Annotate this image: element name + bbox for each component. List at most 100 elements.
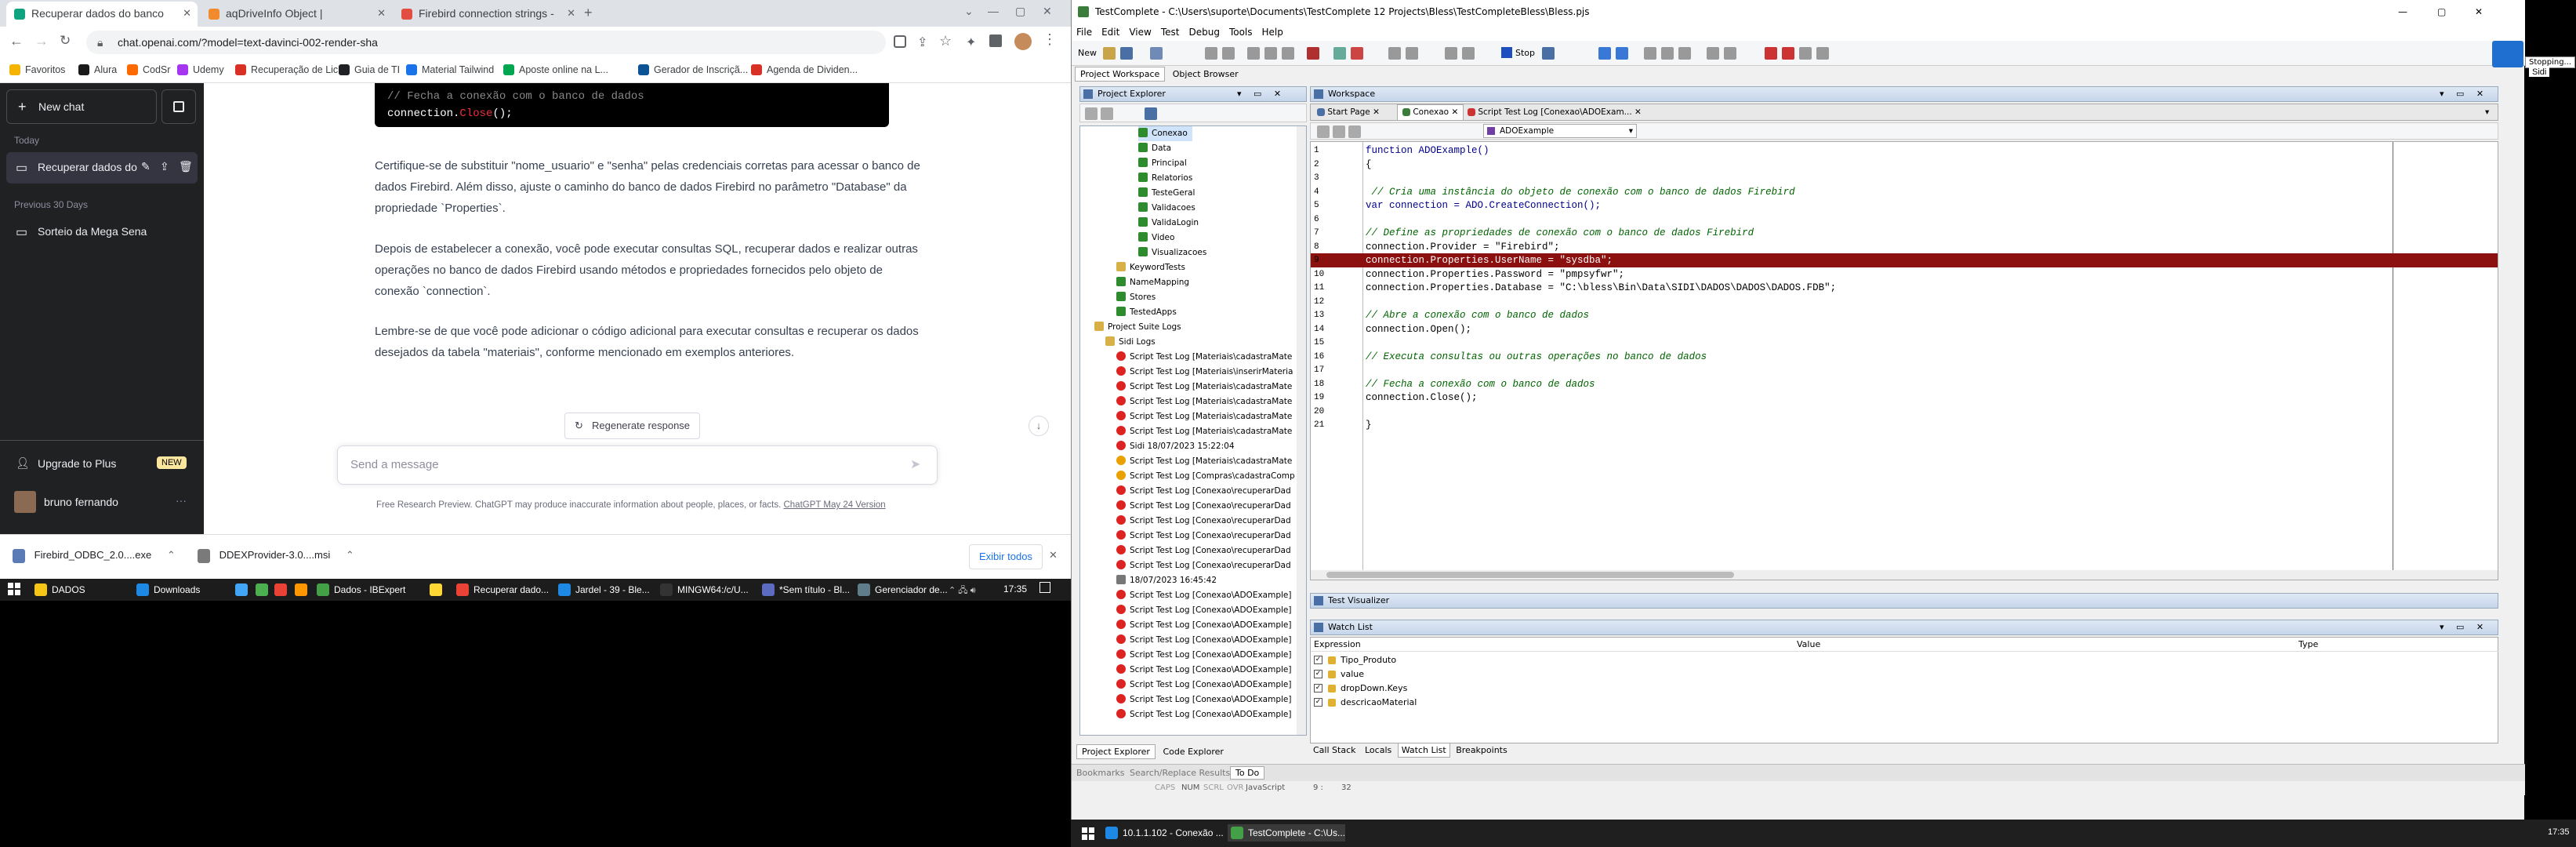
tool-icon[interactable] bbox=[1724, 47, 1736, 60]
spy-icon[interactable] bbox=[1542, 47, 1555, 60]
stop-button[interactable]: Stop bbox=[1515, 48, 1535, 58]
tree-item[interactable]: Script Test Log [Conexao\recuperarDad bbox=[1116, 543, 1291, 558]
chevron-up-icon[interactable]: ⌃ bbox=[167, 549, 176, 561]
more-icon[interactable]: ··· bbox=[176, 494, 187, 507]
tab-object-browser[interactable]: Object Browser bbox=[1168, 67, 1243, 81]
menu-item-file[interactable]: File bbox=[1072, 24, 1097, 41]
tree-item[interactable]: Script Test Log [Materiais\cadastraMate bbox=[1116, 454, 1292, 469]
taskbar-app[interactable]: Recuperar dado... bbox=[453, 581, 549, 598]
download-item[interactable]: Firebird_ODBC_2.0....exe ⌃ bbox=[13, 549, 193, 563]
tab-search-replace[interactable]: Search/Replace Results bbox=[1130, 768, 1230, 778]
close-tab-icon[interactable]: ✕ bbox=[377, 2, 386, 25]
download-item[interactable]: DDEXProvider-3.0....msi ⌃ bbox=[198, 549, 362, 563]
new-chat-button[interactable]: + New chat bbox=[6, 89, 157, 124]
close-window-icon[interactable]: ✕ bbox=[1043, 5, 1052, 18]
delete-icon[interactable] bbox=[1307, 47, 1319, 60]
tab-aqdriveinfo[interactable]: aqDriveInfo Object | TestComplete✕ bbox=[201, 2, 392, 43]
bookmark-item[interactable]: Udemy bbox=[177, 64, 224, 75]
tree-item[interactable]: Sidi Logs bbox=[1105, 335, 1156, 350]
user-menu[interactable]: bruno fernando ··· bbox=[6, 485, 198, 519]
tab-project-workspace[interactable]: Project Workspace bbox=[1075, 67, 1166, 82]
chrome-menu-icon[interactable]: ⋮ bbox=[1043, 31, 1057, 48]
reload-icon[interactable]: ↻ bbox=[60, 33, 71, 49]
taskbar-app[interactable] bbox=[232, 581, 252, 598]
checkbox[interactable]: ✓ bbox=[1314, 698, 1322, 707]
code-editor[interactable]: 1 function ADOExample() 2{3 4 // Cria uma i… bbox=[1310, 141, 2498, 580]
tray-icons[interactable]: ⌃ 🖧 🔊︎ bbox=[949, 583, 976, 598]
new-tab-icon[interactable]: + bbox=[584, 5, 593, 21]
undo-icon[interactable] bbox=[1205, 47, 1217, 60]
pane-controls-icon[interactable]: ▾ ▭ ✕ bbox=[2440, 620, 2488, 634]
tab-test-log[interactable]: Script Test Log [Conexao\ADOExam... ✕ bbox=[1468, 107, 1642, 117]
tab-bookmarks[interactable]: Bookmarks bbox=[1076, 768, 1124, 778]
taskbar-app[interactable]: 10.1.1.102 - Conexão ... bbox=[1102, 824, 1224, 842]
tree-item[interactable]: Conexao bbox=[1138, 126, 1192, 141]
tabs-dropdown-icon[interactable]: ▾ bbox=[2485, 107, 2489, 117]
tree-item[interactable]: Script Test Log [Conexao\recuperarDad bbox=[1116, 529, 1291, 543]
tree-item[interactable]: Script Test Log [Materiais\cadastraMate bbox=[1116, 424, 1292, 439]
share-chat-icon[interactable]: ⇪ bbox=[160, 160, 169, 173]
tree-item[interactable]: NameMapping bbox=[1116, 275, 1189, 290]
tree-item[interactable]: Script Test Log [Compras\cadastraComp bbox=[1116, 469, 1295, 484]
tree-item[interactable]: Project Suite Logs bbox=[1094, 320, 1181, 335]
bookmark-item[interactable]: Recuperação de Lic... bbox=[235, 64, 346, 75]
back-icon[interactable]: ← bbox=[9, 33, 24, 49]
search-icon[interactable] bbox=[1145, 107, 1157, 120]
address-bar[interactable]: 🔒︎ chat.openai.com/?model=text-davinci-0… bbox=[86, 31, 886, 54]
message-input[interactable]: Send a message ➤ bbox=[337, 445, 938, 485]
tree-item[interactable]: Stores bbox=[1116, 290, 1156, 305]
taskbar-app[interactable]: TestComplete - C:\Us... bbox=[1228, 824, 1346, 842]
notification-icon[interactable] bbox=[1039, 582, 1050, 593]
menu-item-view[interactable]: View bbox=[1124, 24, 1156, 41]
windows-start-icon[interactable] bbox=[1082, 827, 1094, 840]
pane-controls-icon[interactable]: ▾ ▭ ✕ bbox=[2440, 87, 2488, 101]
maximize-icon[interactable]: ▢ bbox=[1015, 5, 1025, 18]
step-over-icon[interactable] bbox=[1644, 47, 1656, 60]
minimize-icon[interactable]: — bbox=[988, 5, 999, 17]
tool-icon[interactable] bbox=[1462, 47, 1475, 60]
edit-icon[interactable]: ✎ bbox=[141, 160, 151, 173]
tree-scrollbar[interactable] bbox=[1297, 126, 1306, 735]
taskbar-app[interactable]: DADOS bbox=[31, 581, 85, 598]
upgrade-button[interactable]: 👤︎ Upgrade to Plus NEW bbox=[6, 449, 198, 480]
tool-icon[interactable] bbox=[1085, 107, 1098, 120]
watch-row[interactable]: ✓ value bbox=[1311, 667, 1781, 682]
tree-item[interactable]: Script Test Log [Conexao\ADOExample] bbox=[1116, 663, 1291, 678]
tree-item[interactable]: 18/07/2023 16:45:42 bbox=[1116, 573, 1217, 588]
send-icon[interactable]: ➤ bbox=[910, 456, 920, 472]
taskbar-app[interactable]: *Sem título - Bl... bbox=[759, 581, 850, 598]
tab-breakpoints[interactable]: Breakpoints bbox=[1453, 743, 1511, 757]
tree-item[interactable]: Relatorios bbox=[1138, 171, 1192, 186]
step-into-icon[interactable] bbox=[1661, 47, 1674, 60]
tab-firebird[interactable]: Firebird connection strings - Conn✕ bbox=[394, 2, 582, 43]
column-value[interactable]: Value bbox=[1797, 638, 1820, 652]
taskbar-app[interactable]: Gerenciador de... bbox=[854, 581, 948, 598]
bookmark-item[interactable]: Alura bbox=[78, 64, 117, 75]
checkbox[interactable]: ✓ bbox=[1314, 656, 1322, 664]
tree-item[interactable]: Script Test Log [Conexao\ADOExample] bbox=[1116, 648, 1291, 663]
tab-chatgpt[interactable]: Recuperar dados do banco ✕ bbox=[6, 2, 198, 27]
chevron-up-icon[interactable]: ⌃ bbox=[346, 549, 354, 561]
close-tab-icon[interactable]: ✕ bbox=[567, 2, 575, 25]
regenerate-button[interactable]: ↻ Regenerate response bbox=[564, 413, 701, 439]
chat-item-active[interactable]: ▭ Recuperar dados do ✎ ⇪ 🗑︎ bbox=[6, 152, 198, 184]
tree-item[interactable]: KeywordTests bbox=[1116, 260, 1185, 275]
tab-watch-list[interactable]: Watch List bbox=[1397, 743, 1450, 758]
record-red-icon[interactable] bbox=[1782, 47, 1794, 60]
tab-todo[interactable]: To Do bbox=[1230, 766, 1265, 780]
tree-item[interactable]: Script Test Log [Conexao\ADOExample] bbox=[1116, 603, 1291, 618]
tool-icon[interactable] bbox=[1317, 125, 1330, 138]
maximize-icon[interactable]: ▢ bbox=[2437, 0, 2446, 24]
checkbox[interactable]: ✓ bbox=[1314, 670, 1322, 678]
stopping-indicator-icon[interactable] bbox=[2492, 41, 2523, 67]
column-type[interactable]: Type bbox=[2298, 638, 2318, 652]
extensions-icon[interactable]: ✦ bbox=[966, 35, 976, 50]
tool-icon[interactable] bbox=[1799, 47, 1812, 60]
forward-icon[interactable]: → bbox=[34, 33, 49, 49]
tree-item[interactable]: TestedApps bbox=[1116, 305, 1177, 320]
tree-item[interactable]: Script Test Log [Conexao\recuperarDad bbox=[1116, 499, 1291, 514]
taskbar-app[interactable] bbox=[426, 581, 447, 598]
bookmark-item[interactable]: Guia de TI bbox=[339, 64, 400, 75]
tree-item[interactable]: Validacoes bbox=[1138, 201, 1195, 216]
breakpoint-icon[interactable] bbox=[1707, 47, 1719, 60]
